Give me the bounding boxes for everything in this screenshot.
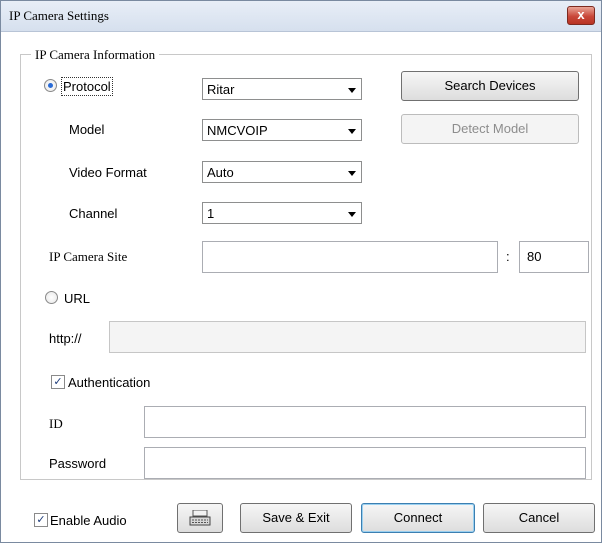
- video-format-select[interactable]: Auto: [202, 161, 362, 183]
- protocol-select[interactable]: Ritar: [202, 78, 362, 100]
- url-label[interactable]: URL: [64, 291, 90, 306]
- url-input[interactable]: [109, 321, 586, 353]
- enable-audio-checkbox[interactable]: ✓: [34, 513, 48, 527]
- id-input[interactable]: [144, 406, 586, 438]
- close-button[interactable]: x: [567, 6, 595, 25]
- enable-audio-label[interactable]: Enable Audio: [50, 513, 127, 528]
- model-label: Model: [69, 122, 105, 137]
- keyboard-icon: [189, 510, 211, 526]
- group-title: IP Camera Information: [31, 47, 160, 63]
- port-separator: :: [506, 249, 510, 264]
- chevron-down-icon: [348, 171, 356, 176]
- close-icon: x: [577, 7, 585, 22]
- ip-camera-site-label: IP Camera Site: [49, 249, 128, 264]
- url-radio[interactable]: [45, 291, 58, 304]
- checkmark-icon: ✓: [36, 514, 46, 526]
- checkmark-icon: ✓: [53, 376, 63, 388]
- model-select[interactable]: NMCVOIP: [202, 119, 362, 141]
- model-select-value: NMCVOIP: [207, 123, 268, 138]
- ip-camera-site-input[interactable]: [202, 241, 498, 273]
- title-bar[interactable]: IP Camera Settings x: [1, 1, 601, 32]
- protocol-select-value: Ritar: [207, 82, 235, 97]
- id-label: ID: [49, 416, 63, 431]
- channel-select[interactable]: 1: [202, 202, 362, 224]
- window-title: IP Camera Settings: [9, 8, 109, 23]
- video-format-select-value: Auto: [207, 165, 234, 180]
- protocol-label[interactable]: Protocol: [61, 77, 113, 96]
- chevron-down-icon: [348, 88, 356, 93]
- search-devices-button[interactable]: Search Devices: [401, 71, 579, 101]
- ip-camera-settings-dialog: IP Camera Settings x IP Camera Informati…: [0, 0, 602, 543]
- save-exit-button[interactable]: Save & Exit: [240, 503, 352, 533]
- chevron-down-icon: [348, 129, 356, 134]
- protocol-radio[interactable]: [44, 79, 57, 92]
- connect-button[interactable]: Connect: [361, 503, 475, 533]
- port-input[interactable]: 80: [519, 241, 589, 273]
- cancel-button[interactable]: Cancel: [483, 503, 595, 533]
- authentication-label[interactable]: Authentication: [68, 375, 150, 390]
- channel-select-value: 1: [207, 206, 215, 221]
- video-format-label: Video Format: [69, 165, 147, 180]
- detect-model-button[interactable]: Detect Model: [401, 114, 579, 144]
- password-label: Password: [49, 456, 107, 471]
- port-value: 80: [527, 249, 542, 264]
- chevron-down-icon: [348, 212, 356, 217]
- http-prefix-label: http://: [49, 331, 82, 346]
- channel-label: Channel: [69, 206, 118, 221]
- keyboard-button[interactable]: [177, 503, 223, 533]
- authentication-checkbox[interactable]: ✓: [51, 375, 65, 389]
- password-input[interactable]: [144, 447, 586, 479]
